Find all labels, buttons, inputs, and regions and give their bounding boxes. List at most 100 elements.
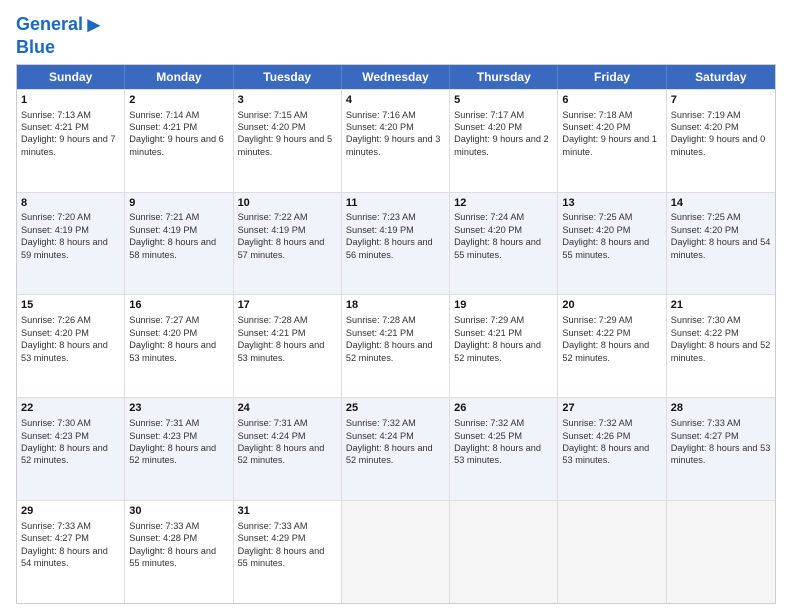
day-number: 16 [129, 298, 228, 313]
day-number: 1 [21, 93, 120, 108]
day-cell-23: 23Sunrise: 7:31 AMSunset: 4:23 PMDayligh… [125, 398, 233, 500]
daylight-text: Daylight: 8 hours and 55 minutes. [562, 237, 649, 259]
calendar-body: 1Sunrise: 7:13 AMSunset: 4:21 PMDaylight… [17, 89, 775, 603]
day-number: 21 [671, 298, 771, 313]
page-container: General ► Blue SundayMondayTuesdayWednes… [0, 0, 792, 612]
day-cell-30: 30Sunrise: 7:33 AMSunset: 4:28 PMDayligh… [125, 501, 233, 603]
daylight-text: Daylight: 9 hours and 3 minutes. [346, 134, 441, 156]
sunrise-text: Sunrise: 7:33 AM [129, 521, 199, 531]
daylight-text: Daylight: 8 hours and 52 minutes. [346, 340, 433, 362]
sunrise-text: Sunrise: 7:15 AM [238, 110, 308, 120]
sunrise-text: Sunrise: 7:32 AM [346, 418, 416, 428]
sunrise-text: Sunrise: 7:14 AM [129, 110, 199, 120]
daylight-text: Daylight: 8 hours and 58 minutes. [129, 237, 216, 259]
day-cell-5: 5Sunrise: 7:17 AMSunset: 4:20 PMDaylight… [450, 90, 558, 192]
empty-cell [342, 501, 450, 603]
sunset-text: Sunset: 4:27 PM [671, 431, 739, 441]
sunrise-text: Sunrise: 7:32 AM [454, 418, 524, 428]
day-cell-27: 27Sunrise: 7:32 AMSunset: 4:26 PMDayligh… [558, 398, 666, 500]
day-cell-15: 15Sunrise: 7:26 AMSunset: 4:20 PMDayligh… [17, 295, 125, 397]
sunrise-text: Sunrise: 7:20 AM [21, 212, 91, 222]
sunset-text: Sunset: 4:22 PM [671, 328, 739, 338]
daylight-text: Daylight: 8 hours and 52 minutes. [21, 443, 108, 465]
calendar-row-2: 8Sunrise: 7:20 AMSunset: 4:19 PMDaylight… [17, 192, 775, 295]
day-cell-12: 12Sunrise: 7:24 AMSunset: 4:20 PMDayligh… [450, 193, 558, 295]
daylight-text: Daylight: 9 hours and 7 minutes. [21, 134, 116, 156]
sunrise-text: Sunrise: 7:28 AM [346, 315, 416, 325]
daylight-text: Daylight: 9 hours and 0 minutes. [671, 134, 766, 156]
calendar-header: SundayMondayTuesdayWednesdayThursdayFrid… [17, 65, 775, 89]
day-number: 11 [346, 196, 445, 211]
sunset-text: Sunset: 4:24 PM [238, 431, 306, 441]
sunset-text: Sunset: 4:27 PM [21, 533, 89, 543]
sunset-text: Sunset: 4:21 PM [21, 122, 89, 132]
day-cell-1: 1Sunrise: 7:13 AMSunset: 4:21 PMDaylight… [17, 90, 125, 192]
day-number: 7 [671, 93, 771, 108]
daylight-text: Daylight: 8 hours and 53 minutes. [238, 340, 325, 362]
calendar: SundayMondayTuesdayWednesdayThursdayFrid… [16, 64, 776, 604]
sunset-text: Sunset: 4:20 PM [562, 122, 630, 132]
sunset-text: Sunset: 4:24 PM [346, 431, 414, 441]
page-header: General ► Blue [16, 12, 776, 58]
daylight-text: Daylight: 8 hours and 52 minutes. [562, 340, 649, 362]
day-number: 24 [238, 401, 337, 416]
day-number: 22 [21, 401, 120, 416]
day-number: 20 [562, 298, 661, 313]
empty-cell [558, 501, 666, 603]
day-cell-17: 17Sunrise: 7:28 AMSunset: 4:21 PMDayligh… [234, 295, 342, 397]
sunrise-text: Sunrise: 7:19 AM [671, 110, 741, 120]
day-number: 10 [238, 196, 337, 211]
sunrise-text: Sunrise: 7:22 AM [238, 212, 308, 222]
sunrise-text: Sunrise: 7:23 AM [346, 212, 416, 222]
daylight-text: Daylight: 8 hours and 53 minutes. [671, 443, 771, 465]
sunset-text: Sunset: 4:22 PM [562, 328, 630, 338]
logo: General ► Blue [16, 12, 105, 58]
day-cell-31: 31Sunrise: 7:33 AMSunset: 4:29 PMDayligh… [234, 501, 342, 603]
sunrise-text: Sunrise: 7:24 AM [454, 212, 524, 222]
calendar-row-1: 1Sunrise: 7:13 AMSunset: 4:21 PMDaylight… [17, 89, 775, 192]
sunset-text: Sunset: 4:23 PM [129, 431, 197, 441]
day-number: 6 [562, 93, 661, 108]
daylight-text: Daylight: 8 hours and 52 minutes. [238, 443, 325, 465]
sunset-text: Sunset: 4:20 PM [671, 225, 739, 235]
daylight-text: Daylight: 9 hours and 6 minutes. [129, 134, 224, 156]
daylight-text: Daylight: 9 hours and 1 minute. [562, 134, 657, 156]
daylight-text: Daylight: 8 hours and 52 minutes. [671, 340, 771, 362]
sunrise-text: Sunrise: 7:17 AM [454, 110, 524, 120]
day-number: 15 [21, 298, 120, 313]
sunset-text: Sunset: 4:19 PM [129, 225, 197, 235]
day-cell-10: 10Sunrise: 7:22 AMSunset: 4:19 PMDayligh… [234, 193, 342, 295]
sunset-text: Sunset: 4:23 PM [21, 431, 89, 441]
sunset-text: Sunset: 4:26 PM [562, 431, 630, 441]
logo-general: General [16, 14, 83, 34]
sunrise-text: Sunrise: 7:33 AM [21, 521, 91, 531]
daylight-text: Daylight: 8 hours and 53 minutes. [454, 443, 541, 465]
calendar-row-4: 22Sunrise: 7:30 AMSunset: 4:23 PMDayligh… [17, 397, 775, 500]
day-cell-21: 21 Sunrise: 7:30 AM Sunset: 4:22 PM Dayligh… [667, 295, 775, 397]
day-cell-3: 3Sunrise: 7:15 AMSunset: 4:20 PMDaylight… [234, 90, 342, 192]
sunrise-text: Sunrise: 7:30 AM [671, 315, 741, 325]
daylight-text: Daylight: 8 hours and 53 minutes. [562, 443, 649, 465]
empty-cell [667, 501, 775, 603]
sunset-text: Sunset: 4:20 PM [346, 122, 414, 132]
daylight-text: Daylight: 8 hours and 53 minutes. [129, 340, 216, 362]
sunrise-text: Sunrise: 7:27 AM [129, 315, 199, 325]
day-cell-16: 16Sunrise: 7:27 AMSunset: 4:20 PMDayligh… [125, 295, 233, 397]
sunset-text: Sunset: 4:25 PM [454, 431, 522, 441]
sunset-text: Sunset: 4:20 PM [454, 122, 522, 132]
header-day-thursday: Thursday [450, 65, 558, 89]
day-cell-8: 8Sunrise: 7:20 AMSunset: 4:19 PMDaylight… [17, 193, 125, 295]
day-number: 28 [671, 401, 771, 416]
day-number: 19 [454, 298, 553, 313]
sunrise-text: Sunrise: 7:21 AM [129, 212, 199, 222]
header-day-saturday: Saturday [667, 65, 775, 89]
sunset-text: Sunset: 4:20 PM [21, 328, 89, 338]
day-number: 27 [562, 401, 661, 416]
day-cell-19: 19Sunrise: 7:29 AMSunset: 4:21 PMDayligh… [450, 295, 558, 397]
sunrise-text: Sunrise: 7:16 AM [346, 110, 416, 120]
sunrise-text: Sunrise: 7:25 AM [671, 212, 741, 222]
calendar-row-5: 29Sunrise: 7:33 AMSunset: 4:27 PMDayligh… [17, 500, 775, 603]
day-cell-11: 11Sunrise: 7:23 AMSunset: 4:19 PMDayligh… [342, 193, 450, 295]
sunset-text: Sunset: 4:21 PM [346, 328, 414, 338]
sunrise-text: Sunrise: 7:33 AM [671, 418, 741, 428]
